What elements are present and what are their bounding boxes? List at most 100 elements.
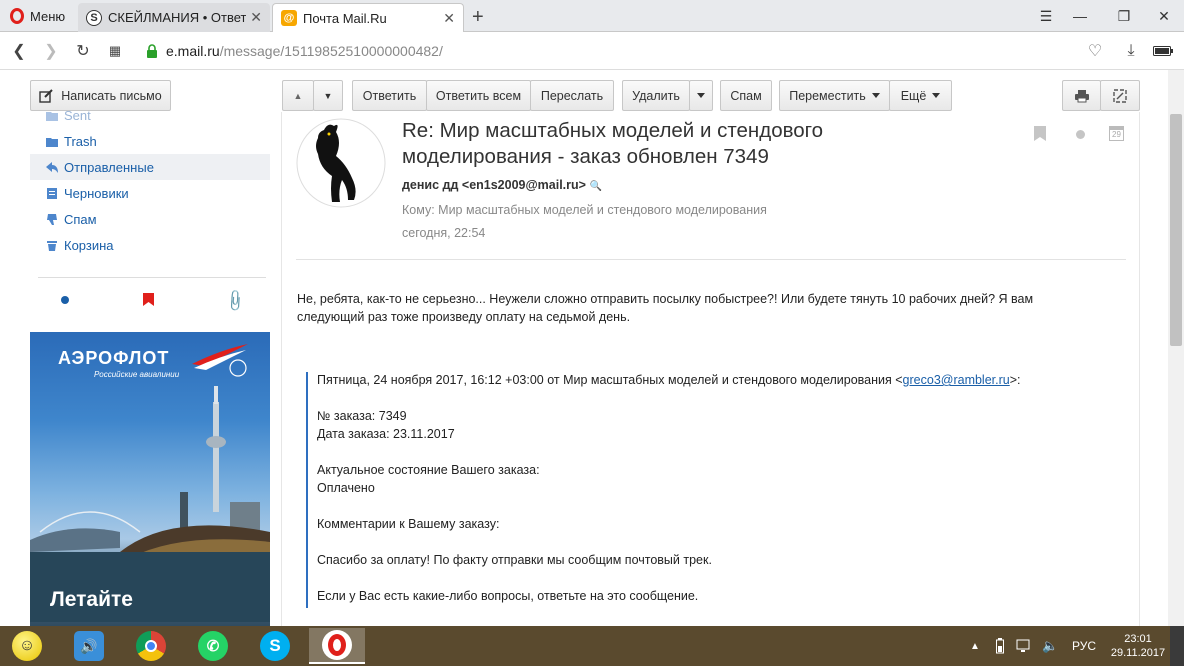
ad-headline: Летайте <box>50 588 133 611</box>
clock[interactable]: 23:01 29.11.2017 <box>1108 626 1168 666</box>
delete-button[interactable]: Удалить <box>622 80 690 111</box>
scrollbar-thumb[interactable] <box>1170 114 1182 346</box>
close-tab-icon[interactable]: ✕ <box>250 9 262 26</box>
divider <box>38 277 266 278</box>
taskbar-opera[interactable] <box>309 628 365 664</box>
network-icon[interactable] <box>1016 626 1032 666</box>
download-icon[interactable]: ⤓ <box>1120 40 1142 62</box>
skype-icon: S <box>260 631 290 661</box>
comment-2: Если у Вас есть какие-либо вопросы, отве… <box>317 589 699 603</box>
whatsapp-icon: ✆ <box>198 631 228 661</box>
minimize-icon[interactable]: — <box>1060 0 1100 32</box>
read-status-icon[interactable] <box>1076 130 1085 139</box>
url-host: e.mail.ru <box>166 43 220 59</box>
spam-icon <box>47 213 57 225</box>
chevron-down-icon <box>871 93 880 98</box>
next-message-button[interactable]: ▼ <box>313 80 343 111</box>
taskbar-whatsapp[interactable]: ✆ <box>188 628 238 664</box>
move-button[interactable]: Переместить <box>779 80 890 111</box>
volume-icon[interactable]: 🔈 <box>1042 626 1058 666</box>
folder-spam[interactable]: Спам <box>30 206 270 232</box>
reload-icon[interactable]: ↻ <box>72 40 94 62</box>
forward-button[interactable]: Переслать <box>530 80 614 111</box>
folder-korzina[interactable]: Корзина <box>30 232 270 258</box>
quote-bar <box>306 372 308 608</box>
forward-icon[interactable]: ❯ <box>40 40 62 62</box>
reply-button[interactable]: Ответить <box>352 80 427 111</box>
bookmark-heart-icon[interactable]: ♡ <box>1084 40 1106 62</box>
clock-time: 23:01 <box>1124 633 1152 645</box>
order-date: Дата заказа: 23.11.2017 <box>317 427 455 441</box>
taskbar-smiley-app[interactable]: ☺ <box>2 628 52 664</box>
sender-line[interactable]: денис дд <en1s2009@mail.ru> 🔍 <box>402 178 602 192</box>
new-tab-icon[interactable]: + <box>472 6 484 29</box>
close-window-icon[interactable]: ✕ <box>1144 0 1184 32</box>
forward-label: Переслать <box>540 88 604 103</box>
battery-icon[interactable] <box>996 626 1004 666</box>
lock-icon <box>147 44 157 58</box>
speed-dial-icon[interactable]: ▦ <box>104 40 126 62</box>
back-icon[interactable]: ❮ <box>8 40 30 62</box>
quote-header-end: >: <box>1009 373 1021 387</box>
folder-chernoviki[interactable]: Черновики <box>30 180 270 206</box>
folder-sent[interactable]: Sent <box>30 104 270 126</box>
url-field[interactable]: e.mail.ru/message/15119852510000000482/ <box>136 37 1110 65</box>
clock-date: 29.11.2017 <box>1110 647 1166 659</box>
move-label: Переместить <box>789 88 866 103</box>
restore-icon[interactable]: ❐ <box>1104 0 1144 32</box>
language-indicator[interactable]: РУС <box>1072 626 1096 666</box>
prev-message-button[interactable]: ▲ <box>282 80 314 111</box>
folder-trash-en[interactable]: Trash <box>30 128 270 154</box>
drafts-icon <box>47 187 57 199</box>
ad-brand: АЭРОФЛОТ <box>58 348 170 368</box>
flag-message-icon[interactable] <box>1034 126 1046 144</box>
taskbar <box>0 626 1184 666</box>
sender-name[interactable]: денис дд <en1s2009@mail.ru> <box>402 178 586 192</box>
sender-search-icon[interactable]: 🔍 <box>589 181 601 192</box>
aeroflot-ad[interactable]: АЭРОФЛОТ Российские авиалинии i Летайте <box>30 332 270 628</box>
quote-email-link[interactable]: greco3@rambler.ru <box>903 373 1010 387</box>
tab-skeilmania[interactable]: S СКЕЙЛМАНИЯ • Ответить ✕ <box>78 3 270 32</box>
opera-icon <box>322 630 352 660</box>
chrome-icon <box>136 631 166 661</box>
tab-mail[interactable]: @ Почта Mail.Ru ✕ <box>272 3 464 32</box>
fullscreen-button[interactable] <box>1100 80 1140 111</box>
tray-expand-icon[interactable]: ▲ <box>970 626 980 666</box>
menu-label: Меню <box>30 8 66 24</box>
tab-title: Почта Mail.Ru <box>303 10 387 26</box>
content-border-right <box>1139 112 1140 626</box>
delete-dropdown-button[interactable] <box>689 80 713 111</box>
sender-avatar <box>296 118 386 208</box>
flag-filter-icon[interactable] <box>143 293 154 309</box>
more-button[interactable]: Ещё <box>889 80 952 111</box>
spam-button[interactable]: Спам <box>720 80 772 111</box>
sent-icon <box>46 161 58 173</box>
attachment-filter-icon[interactable]: 📎 <box>222 288 248 314</box>
calendar-icon[interactable]: 29 <box>1109 126 1124 141</box>
message-subject: Re: Мир масштабных моделей и стендового … <box>402 118 823 170</box>
header-divider <box>296 259 1126 260</box>
unread-filter-icon[interactable] <box>61 296 69 304</box>
chevron-down-icon <box>932 93 941 98</box>
taskbar-skype[interactable]: S <box>250 628 300 664</box>
taskbar-chrome[interactable] <box>126 628 176 664</box>
close-tab-icon[interactable]: ✕ <box>443 10 455 27</box>
print-button[interactable] <box>1062 80 1101 111</box>
order-number: № заказа: 7349 <box>317 409 407 423</box>
opera-menu-button[interactable]: Меню <box>0 0 76 32</box>
tab-bar: Меню S СКЕЙЛМАНИЯ • Ответить ✕ @ Почта M… <box>0 0 1184 32</box>
comment-1: Спасибо за оплату! По факту отправки мы … <box>317 553 712 567</box>
taskbar-media-app[interactable]: 🔊 <box>64 628 114 664</box>
message-date: сегодня, 22:54 <box>402 226 486 240</box>
aeroflot-wings-logo <box>192 344 248 377</box>
show-desktop-button[interactable] <box>1170 626 1184 666</box>
battery-saver-icon[interactable] <box>1152 40 1174 62</box>
status-label: Актуальное состояние Вашего заказа: <box>317 463 540 477</box>
compose-label: Написать письмо <box>61 88 162 103</box>
subject-line-2: моделирования - заказ обновлен 7349 <box>402 145 769 168</box>
speaker-icon: 🔊 <box>74 631 104 661</box>
folder-otpravlennye[interactable]: Отправленные <box>30 154 270 180</box>
opera-logo-icon <box>10 8 24 24</box>
reply-all-button[interactable]: Ответить всем <box>426 80 531 111</box>
quote-header-text: Пятница, 24 ноября 2017, 16:12 +03:00 от… <box>317 373 903 387</box>
